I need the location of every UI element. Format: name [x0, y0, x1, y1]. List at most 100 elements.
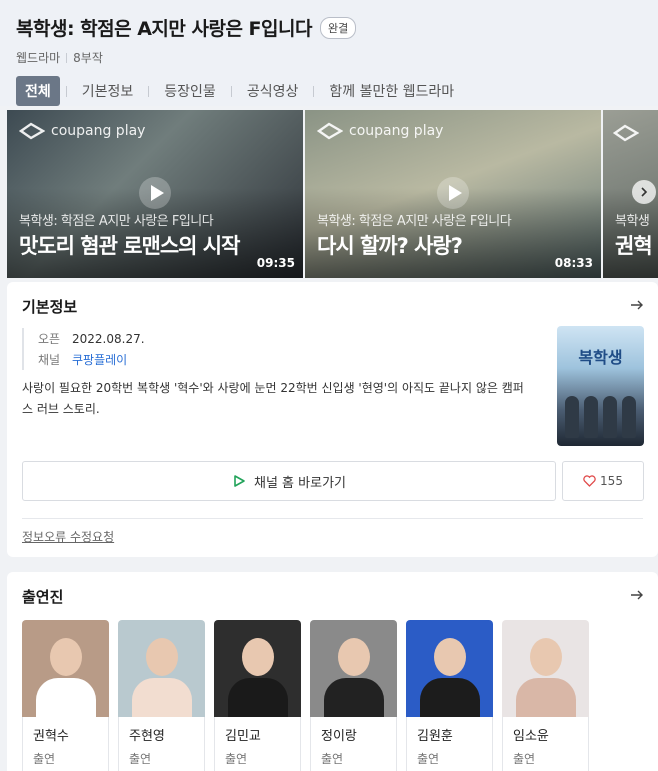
meta-row: 웹드라마 8부작 — [16, 49, 642, 66]
cast-member[interactable]: 주현영출연 — [118, 620, 205, 771]
arrow-right-icon[interactable] — [630, 588, 644, 602]
cast-name: 임소윤 — [513, 729, 549, 744]
coupang-play-mark-icon — [613, 124, 639, 142]
tab-divider — [230, 85, 232, 97]
info-row-channel: 채널 쿠팡플레이 — [38, 349, 145, 370]
avatar-torso — [228, 678, 288, 717]
tab-divider — [313, 85, 315, 97]
avatar-head — [146, 638, 178, 676]
avatar — [118, 620, 205, 717]
genre-label: 웹드라마 — [16, 51, 61, 65]
tab-characters[interactable]: 등장인물 — [155, 76, 225, 106]
cast-role: 출연 — [513, 752, 536, 766]
poster-image[interactable]: 복학생 — [557, 326, 644, 446]
info-row-open: 오픈 2022.08.27. — [38, 328, 145, 349]
video-card[interactable]: coupang play 복학생: 학점은 A지만 사랑은 F입니다 맛도리 혐… — [7, 110, 303, 278]
poster-figure — [565, 396, 580, 438]
play-icon[interactable] — [436, 176, 470, 210]
tab-all[interactable]: 전체 — [16, 76, 60, 106]
cast-name: 김원훈 — [417, 729, 453, 744]
play-icon[interactable] — [138, 176, 172, 210]
video-headline: 다시 할까? 사랑? — [317, 234, 463, 258]
video-duration: 08:33 — [554, 256, 593, 270]
cast-card: 출연진 권혁수 출연 주현영 출연 김민교 출연 정이랑 출연 김원훈 출연 임소윤 출연 — [7, 572, 658, 771]
cast-info: 임소윤출연 — [502, 717, 589, 771]
cast-member[interactable]: 김민교출연 — [214, 620, 301, 771]
channel-home-button[interactable]: 채널 홈 바로가기 — [22, 461, 556, 501]
tab-basic-info[interactable]: 기본정보 — [73, 76, 143, 106]
tab-divider — [65, 85, 67, 97]
avatar — [502, 620, 589, 717]
cast-role: 출연 — [129, 752, 152, 766]
cast-role: 출연 — [417, 752, 440, 766]
poster-figure — [602, 396, 617, 438]
cast-info: 김민교출연 — [214, 717, 301, 771]
tab-divider — [148, 85, 150, 97]
logo-text: coupang play — [349, 123, 444, 139]
cast-list: 권혁수 출연 주현영 출연 김민교 출연 정이랑 출연 김원훈 출연 임소윤 출연 — [22, 620, 589, 771]
coupang-play-mark-icon — [317, 122, 343, 140]
arrow-right-icon[interactable] — [630, 298, 644, 312]
release-date: 2022.08.27. — [72, 331, 145, 346]
cast-member[interactable]: 김원훈출연 — [406, 620, 493, 771]
section-title: 출연진 — [22, 588, 64, 606]
tab-related-dramas[interactable]: 함께 볼만한 웹드라마 — [320, 76, 463, 106]
info-key: 오픈 — [38, 332, 61, 346]
heart-icon — [583, 475, 596, 487]
video-duration: 09:35 — [256, 256, 295, 270]
poster-figure — [584, 396, 599, 438]
avatar — [406, 620, 493, 717]
avatar-head — [530, 638, 562, 676]
avatar-head — [242, 638, 274, 676]
avatar-torso — [132, 678, 192, 717]
coupang-play-logo: coupang play — [19, 122, 145, 140]
cast-member[interactable]: 임소윤출연 — [502, 620, 589, 771]
cast-info: 김원훈출연 — [406, 717, 493, 771]
video-carousel: coupang play 복학생: 학점은 A지만 사랑은 F입니다 맛도리 혐… — [0, 110, 658, 278]
meta-divider — [66, 52, 68, 63]
page-header: 복학생: 학점은 A지만 사랑은 F입니다 완결 웹드라마 8부작 전체 기본정… — [0, 0, 658, 106]
info-list: 오픈 2022.08.27. 채널 쿠팡플레이 — [22, 328, 145, 370]
synopsis: 사랑이 필요한 20학번 복학생 '혁수'와 사랑에 눈먼 22학번 신입생 '… — [22, 381, 524, 416]
video-subtitle: 복학생 — [615, 214, 650, 229]
basic-info-card: 기본정보 오픈 2022.08.27. 채널 쿠팡플레이 사랑이 필요한 20학… — [7, 282, 658, 557]
avatar — [22, 620, 109, 717]
tab-official-videos[interactable]: 공식영상 — [238, 76, 308, 106]
cast-info: 주현영출연 — [118, 717, 205, 771]
avatar-torso — [420, 678, 480, 717]
poster-title: 복학생 — [578, 348, 623, 367]
poster-figures — [563, 388, 638, 438]
cast-member[interactable]: 정이랑출연 — [310, 620, 397, 771]
divider — [22, 518, 643, 519]
video-subtitle: 복학생: 학점은 A지만 사랑은 F입니다 — [19, 214, 214, 229]
section-title: 기본정보 — [22, 298, 78, 316]
tab-bar: 전체 기본정보 등장인물 공식영상 함께 볼만한 웹드라마 — [16, 76, 642, 106]
cast-member[interactable]: 권혁수 출연 — [22, 620, 109, 771]
cast-name: 김민교 — [225, 729, 261, 744]
cast-info: 권혁수 출연 — [22, 717, 109, 771]
avatar — [310, 620, 397, 717]
carousel-next-button[interactable] — [632, 180, 656, 204]
cast-role: 출연 — [321, 752, 344, 766]
avatar-head — [50, 638, 82, 676]
video-card[interactable]: coupang play 복학생: 학점은 A지만 사랑은 F입니다 다시 할까… — [305, 110, 601, 278]
like-count: 155 — [600, 474, 623, 488]
like-button[interactable]: 155 — [562, 461, 644, 501]
report-error-link[interactable]: 정보오류 수정요청 — [22, 528, 114, 545]
chevron-right-icon — [641, 187, 648, 197]
cast-role: 출연 — [33, 752, 56, 766]
episode-count: 8부작 — [73, 51, 103, 65]
avatar — [214, 620, 301, 717]
avatar-torso — [36, 678, 96, 717]
video-headline: 맛도리 혐관 로맨스의 시작 — [19, 234, 240, 258]
cast-name: 주현영 — [129, 729, 165, 744]
avatar-head — [338, 638, 370, 676]
cast-role: 출연 — [225, 752, 248, 766]
avatar-torso — [516, 678, 576, 717]
video-subtitle: 복학생: 학점은 A지만 사랑은 F입니다 — [317, 214, 512, 229]
poster-figure — [621, 396, 636, 438]
page-title: 복학생: 학점은 A지만 사랑은 F입니다 — [16, 18, 312, 40]
coupang-play-mark-icon — [19, 122, 45, 140]
channel-link[interactable]: 쿠팡플레이 — [72, 351, 127, 368]
cast-name: 정이랑 — [321, 729, 357, 744]
